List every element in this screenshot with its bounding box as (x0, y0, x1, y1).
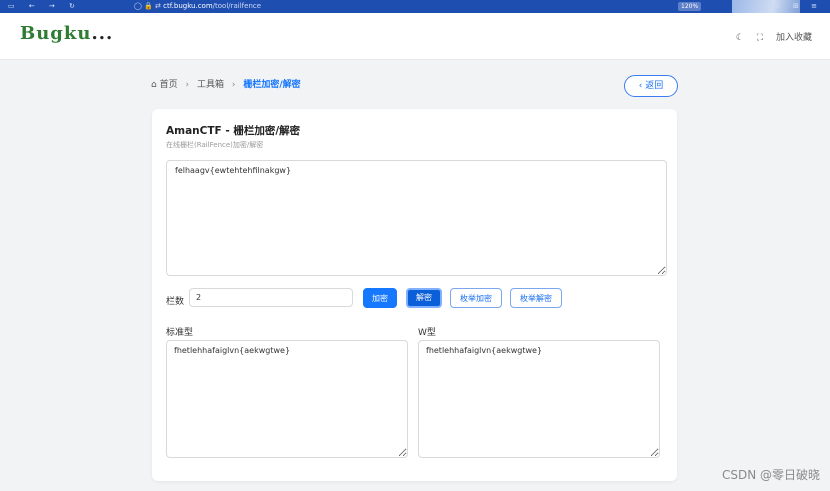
bugku-logo[interactable]: Bugku... (20, 23, 113, 44)
back-button[interactable]: ‹ 返回 (624, 75, 678, 97)
address-bar[interactable]: ◯ 🔒 ⇄ ctf.bugku.com/tool/railfence (134, 0, 261, 13)
url-host: ctf.bugku.com (163, 2, 213, 10)
breadcrumb-toolbox[interactable]: 工具箱 (197, 80, 224, 90)
browser-right-icons[interactable]: ☆ ⊞ ≡ (775, 0, 822, 13)
standard-output-textarea[interactable]: fhetlehhafaiglvn{aekwgtwe} (166, 340, 408, 458)
lock-icon: ◯ 🔒 ⇄ (134, 2, 161, 10)
railfence-tool-card: AmanCTF - 栅栏加密/解密 在线栅栏(RailFence)加密/解密 f… (152, 109, 677, 481)
chevron-right-icon: › (185, 80, 190, 90)
enum-encrypt-button[interactable]: 枚举加密 (450, 288, 502, 308)
zoom-badge[interactable]: 120% (678, 2, 702, 11)
rows-input[interactable] (189, 288, 353, 307)
browser-toolbar: ▭ ← → ↻ ◯ 🔒 ⇄ ctf.bugku.com/tool/railfen… (0, 0, 830, 13)
browser-nav-icons[interactable]: ▭ ← → ↻ (8, 0, 81, 13)
back-button-label: 返回 (645, 81, 664, 91)
chevron-left-icon: ‹ (638, 81, 643, 91)
chevron-right-icon: › (231, 80, 236, 90)
home-icon: ⌂ (151, 80, 157, 90)
enum-decrypt-button[interactable]: 枚举解密 (510, 288, 562, 308)
breadcrumb-current: 栅栏加密/解密 (243, 80, 301, 90)
breadcrumb-home[interactable]: 首页 (160, 80, 178, 90)
csdn-watermark: CSDN @零日破晓 (721, 468, 820, 482)
page-title: AmanCTF - 栅栏加密/解密 (166, 125, 301, 137)
input-textarea[interactable]: felhaagv{ewtehtehfilnakgw} (166, 160, 667, 276)
logo-text: Bugku (20, 23, 92, 44)
logo-suffix: ... (91, 23, 114, 44)
w-type-label: W型 (418, 328, 436, 338)
add-favorite-link[interactable]: 加入收藏 (776, 33, 812, 43)
site-header: Bugku... ☾ ⛶ 加入收藏 (0, 13, 830, 60)
rows-label: 栏数 (166, 297, 185, 307)
header-actions: ☾ ⛶ 加入收藏 (726, 30, 812, 43)
breadcrumb: ⌂ 首页 › 工具箱 › 栅栏加密/解密 (151, 77, 301, 90)
encrypt-button[interactable]: 加密 (363, 288, 397, 308)
url-path: /tool/railfence (212, 2, 262, 10)
page-subtitle: 在线栅栏(RailFence)加密/解密 (166, 141, 264, 149)
w-type-output-textarea[interactable]: fhetlehhafaiglvn{aekwgtwe} (418, 340, 660, 458)
standard-label: 标准型 (166, 328, 194, 338)
decrypt-button[interactable]: 解密 (406, 288, 442, 308)
fullscreen-icon[interactable]: ⛶ (757, 33, 763, 43)
moon-icon[interactable]: ☾ (736, 33, 744, 43)
